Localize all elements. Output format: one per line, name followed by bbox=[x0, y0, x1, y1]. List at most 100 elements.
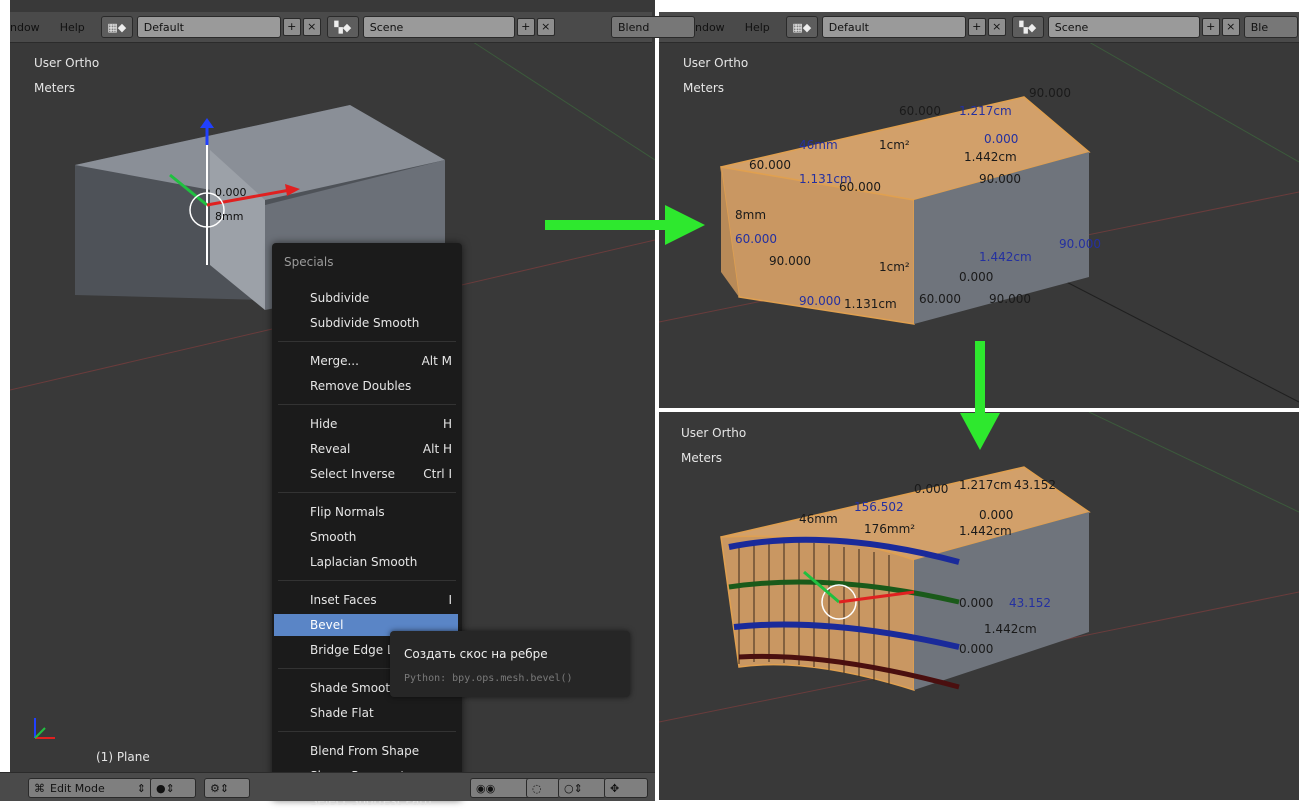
menu-item-reveal[interactable]: Reveal Alt H bbox=[310, 438, 452, 460]
menu-item-label: Merge... bbox=[310, 354, 359, 368]
measurement-label: 0.000 bbox=[979, 508, 1014, 522]
manipulator-icon: ✥ bbox=[610, 781, 620, 795]
menu-item-shortcut: Alt H bbox=[422, 442, 452, 456]
menu-window[interactable]: ndow bbox=[10, 21, 50, 34]
menu-item-label: Bevel bbox=[310, 618, 344, 632]
menu-item-label: Flip Normals bbox=[310, 505, 385, 519]
engine-field-2[interactable]: Ble bbox=[1243, 16, 1298, 38]
measurement-label: 0.000 bbox=[914, 482, 949, 496]
mode-selector[interactable]: ⌘ Edit Mode ⇕ bbox=[28, 778, 152, 798]
left-header: ndow Help ▦◆ Default + × ▚◆ Scene + × bbox=[10, 12, 652, 43]
measurement-label: 90.000 bbox=[979, 172, 1021, 186]
add-layout-button[interactable]: + bbox=[967, 18, 986, 36]
menu-item-subdivide[interactable]: Subdivide bbox=[310, 287, 452, 309]
occlude-button[interactable]: ○⇕ bbox=[558, 778, 606, 798]
menu-item-label: Hide bbox=[310, 417, 338, 431]
measurement-label: 90.000 bbox=[989, 292, 1031, 306]
layout-icon[interactable]: ▦◆ bbox=[785, 16, 818, 38]
pivot-button[interactable]: ⚙⇕ bbox=[204, 778, 250, 798]
remove-layout-button[interactable]: × bbox=[302, 18, 321, 36]
measurement-label: 8mm bbox=[735, 208, 767, 222]
proportional-button[interactable]: ◌ bbox=[526, 778, 560, 798]
measurement-label: 43.152 bbox=[1014, 478, 1056, 492]
remove-layout-button[interactable]: × bbox=[987, 18, 1006, 36]
layout-field[interactable]: Default bbox=[136, 16, 281, 38]
view-name: User Ortho bbox=[683, 56, 749, 70]
remove-scene-button[interactable]: × bbox=[1221, 18, 1240, 36]
menu-item-label: Reveal bbox=[310, 442, 351, 456]
y-axis-line bbox=[469, 39, 655, 161]
mode-label: Edit Mode bbox=[50, 781, 105, 795]
units-label: Meters bbox=[683, 81, 725, 95]
measurement-label: 1.217cm bbox=[959, 478, 1012, 492]
menu-item-smooth[interactable]: Smooth bbox=[310, 526, 452, 548]
menu-item-label: Subdivide Smooth bbox=[310, 316, 420, 330]
menu-item-label: Blend From Shape bbox=[310, 744, 420, 758]
scene-field[interactable]: Scene bbox=[1047, 16, 1200, 38]
measurement-label: 1.442cm bbox=[984, 622, 1037, 636]
updown-icon: ⇕ bbox=[136, 781, 146, 795]
measurement-label: 1.131cm bbox=[844, 297, 897, 311]
add-layout-button[interactable]: + bbox=[282, 18, 301, 36]
tooltip-title: Создать скос на ребре bbox=[404, 647, 548, 661]
add-scene-button[interactable]: + bbox=[1201, 18, 1220, 36]
measurement-label: 0.000 bbox=[959, 270, 994, 284]
menu-item-flip-normals[interactable]: Flip Normals bbox=[310, 501, 452, 523]
menu-window[interactable]: ndow bbox=[695, 21, 735, 34]
measurement-label: 1.442cm bbox=[959, 524, 1012, 538]
layout-field[interactable]: Default bbox=[821, 16, 966, 38]
menu-separator bbox=[278, 492, 456, 493]
corner-y-axis bbox=[34, 727, 46, 739]
measurement-label: 90.000 bbox=[799, 294, 841, 308]
menu-separator bbox=[278, 341, 456, 342]
menu-separator bbox=[278, 731, 456, 732]
measurement-label: 156.502 bbox=[854, 500, 904, 514]
menu-item-shade-flat[interactable]: Shade Flat bbox=[310, 702, 452, 724]
engine-field[interactable]: Blend bbox=[611, 16, 695, 38]
layout-icon[interactable]: ▦◆ bbox=[100, 16, 133, 38]
measurement-label: 46mm bbox=[799, 512, 838, 526]
add-scene-button[interactable]: + bbox=[516, 18, 535, 36]
right-header: Blend ndow Help ▦◆ Default + × ▚◆ Scene … bbox=[611, 12, 1299, 43]
menu-item-inset-faces[interactable]: Inset Faces I bbox=[310, 589, 452, 611]
object-label: (1) Plane bbox=[96, 750, 150, 764]
menu-item-label: Inset Faces bbox=[310, 593, 377, 607]
tooltip: Создать скос на ребре Python: bpy.ops.me… bbox=[390, 631, 630, 697]
manipulator-button[interactable]: ✥ bbox=[604, 778, 648, 798]
remove-scene-button[interactable]: × bbox=[536, 18, 555, 36]
measurement-label: 1cm² bbox=[879, 138, 910, 152]
menu-separator bbox=[278, 580, 456, 581]
menu-item-hide[interactable]: Hide H bbox=[310, 413, 452, 435]
occlude-icon: ○⇕ bbox=[564, 781, 583, 795]
view-name: User Ortho bbox=[34, 56, 100, 70]
units-label: Meters bbox=[681, 451, 723, 465]
units-label: Meters bbox=[34, 81, 76, 95]
sphere-icon: ●⇕ bbox=[156, 781, 175, 795]
snap-button[interactable]: ◉◉ bbox=[470, 778, 532, 798]
shading-button[interactable]: ●⇕ bbox=[150, 778, 196, 798]
menu-item-blend-from-shape[interactable]: Blend From Shape bbox=[310, 740, 452, 762]
measurement-label: 0.000 bbox=[959, 596, 994, 610]
measurement-label: 60.000 bbox=[839, 180, 881, 194]
measurement-label: 0.000 bbox=[984, 132, 1019, 146]
menu-item-laplacian-smooth[interactable]: Laplacian Smooth bbox=[310, 551, 452, 573]
scene-field[interactable]: Scene bbox=[362, 16, 515, 38]
edit-mode-icon: ⌘ bbox=[34, 781, 45, 795]
viewport-footer: ⌘ Edit Mode ⇕ ●⇕ ⚙⇕ ◉◉ ◌ ○⇕ ✥ bbox=[0, 772, 655, 801]
measurement-label: 1.442cm bbox=[979, 250, 1032, 264]
scene-icon[interactable]: ▚◆ bbox=[326, 16, 359, 38]
scene-icon[interactable]: ▚◆ bbox=[1011, 16, 1044, 38]
menu-help[interactable]: Help bbox=[735, 21, 780, 34]
menu-item-remove-doubles[interactable]: Remove Doubles bbox=[310, 375, 452, 397]
measurement-label: 60.000 bbox=[919, 292, 961, 306]
down-arrow-icon bbox=[960, 341, 1000, 450]
menu-item-merge[interactable]: Merge... Alt M bbox=[310, 350, 452, 372]
pivot-icon: ⚙⇕ bbox=[210, 781, 230, 795]
overlay-value: 8mm bbox=[215, 210, 244, 223]
bottom-right-viewport[interactable]: User Ortho Meters 0.000 1.217cm 43.152 156.… bbox=[659, 412, 1299, 800]
menu-item-select-inverse[interactable]: Select Inverse Ctrl I bbox=[310, 463, 452, 485]
y-axis-line bbox=[1088, 42, 1299, 163]
menu-help[interactable]: Help bbox=[50, 21, 95, 34]
menu-item-subdivide-smooth[interactable]: Subdivide Smooth bbox=[310, 312, 452, 334]
measurement-label: 176mm² bbox=[864, 522, 916, 536]
